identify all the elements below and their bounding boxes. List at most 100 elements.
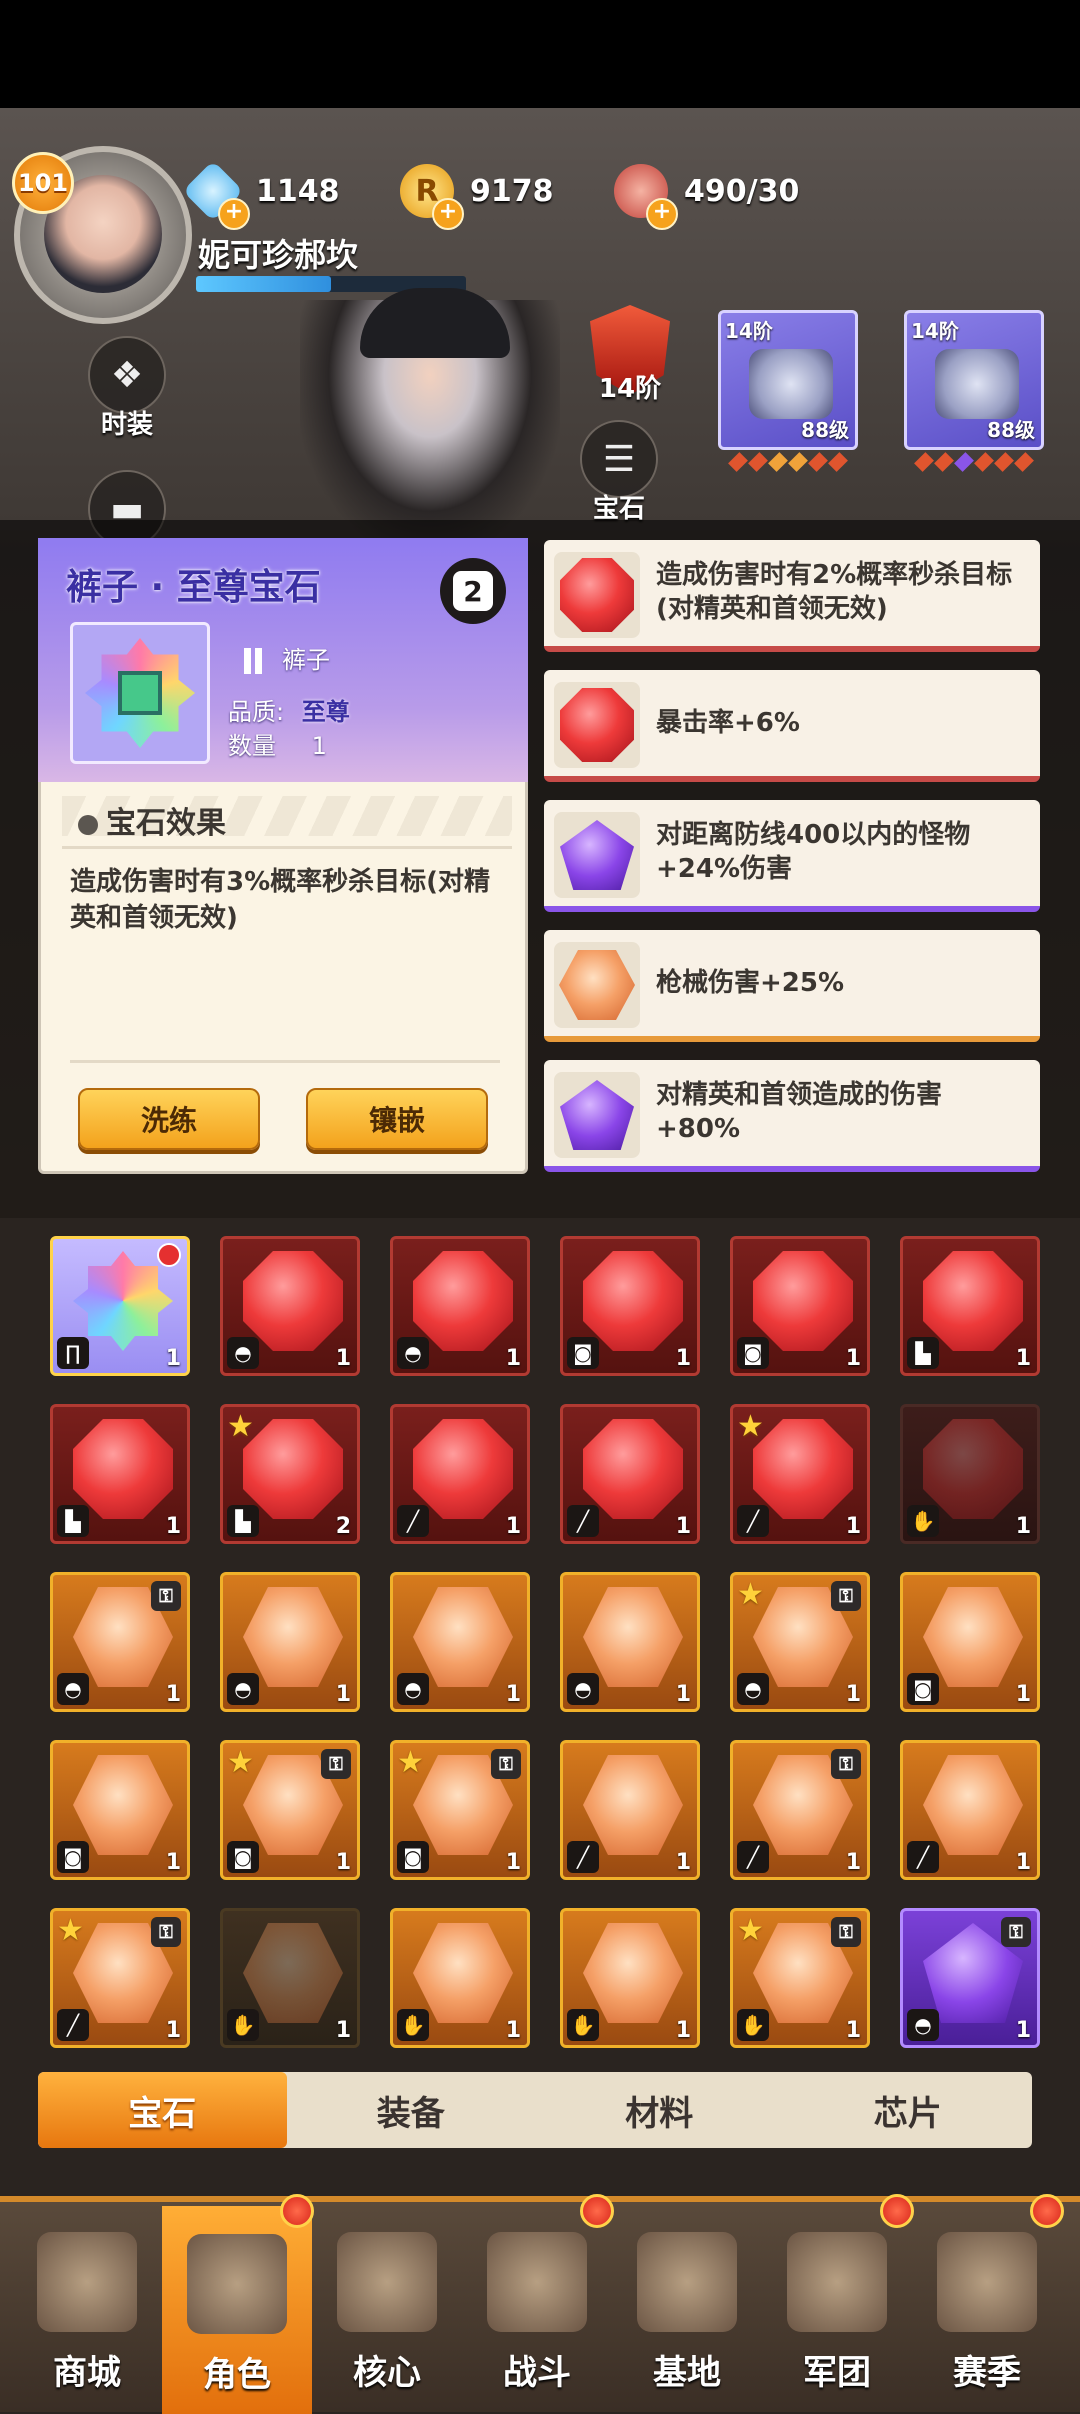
armor-icon: ◙	[907, 1673, 939, 1705]
gem-slot[interactable]: ╱ 1	[900, 1740, 1040, 1880]
nav-shop[interactable]: 商城	[12, 2204, 162, 2412]
gem-slot[interactable]: ⚿ ◓ 1	[50, 1572, 190, 1712]
gem-slot[interactable]: ◙ 1	[50, 1740, 190, 1880]
list-icon: ☰	[580, 420, 658, 498]
gem-icon	[583, 1251, 683, 1351]
gem-slot[interactable]: ◙ 1	[730, 1236, 870, 1376]
gem-quantity: 1	[1015, 2018, 1031, 2043]
lock-icon: ⚿	[831, 1917, 861, 1947]
candidate-effect: 对距离防线400以内的怪物+24%伤害	[656, 820, 971, 884]
gem-quantity: 1	[505, 1850, 521, 1875]
status-bar-area	[0, 0, 1080, 108]
gem-slot[interactable]: ⚿ ╱ 1	[730, 1740, 870, 1880]
nav-core[interactable]: 核心	[312, 2204, 462, 2412]
resource-diamond[interactable]: + 1148	[182, 160, 340, 230]
nav-battle[interactable]: 战斗	[462, 2204, 612, 2412]
gem-icon	[923, 1419, 1023, 1519]
equip-level: 88级	[987, 418, 1035, 442]
equip-slot-helmet[interactable]: 14阶 88级	[718, 310, 858, 474]
gem-quantity: 1	[675, 1346, 691, 1371]
star-icon: ★	[397, 1745, 424, 1780]
gem-slot[interactable]: ★ ⚿ ◙ 1	[220, 1740, 360, 1880]
gem-slot[interactable]: ◓ 1	[220, 1572, 360, 1712]
helmet-icon: ◓	[227, 1673, 259, 1705]
gem-slot[interactable]: ★ ╱ 1	[730, 1404, 870, 1544]
tab-gem[interactable]: 宝石	[38, 2072, 287, 2148]
add-stamina-icon[interactable]: +	[646, 198, 678, 230]
gem-slot[interactable]: ∏ 1	[50, 1236, 190, 1376]
candidate-gem-row[interactable]: 造成伤害时有2%概率秒杀目标(对精英和首领无效)	[544, 540, 1040, 652]
gem-slot[interactable]: ◓ 1	[390, 1572, 530, 1712]
lock-button[interactable]: 2	[440, 558, 506, 624]
gem-slot[interactable]: ✋ 1	[900, 1404, 1040, 1544]
gem-slot[interactable]: ★ ▙ 2	[220, 1404, 360, 1544]
gem-quantity: 2	[335, 1514, 351, 1539]
gem-quantity: 1	[845, 1682, 861, 1707]
gem-quantity: 1	[505, 1514, 521, 1539]
lock-icon: ⚿	[491, 1749, 521, 1779]
candidate-gem-row[interactable]: 暴击率+6%	[544, 670, 1040, 782]
gem-slot[interactable]: ⚿ ◓ 1	[900, 1908, 1040, 2048]
gem-detail-image	[70, 622, 210, 764]
glove-icon: ✋	[737, 2009, 769, 2041]
coin-value: 9178	[470, 173, 554, 209]
gem-slot[interactable]: ◙ 1	[560, 1236, 700, 1376]
stamina-value: 490/30	[684, 173, 800, 209]
effect-heading: 宝石效果	[78, 798, 226, 842]
gem-slot[interactable]: ✋ 1	[560, 1908, 700, 2048]
tab-chip[interactable]: 芯片	[784, 2072, 1033, 2148]
candidate-effect: 暴击率+6%	[656, 708, 800, 738]
gem-quantity: 1	[675, 1850, 691, 1875]
gem-slot[interactable]: ✋ 1	[390, 1908, 530, 2048]
add-diamond-icon[interactable]: +	[218, 198, 250, 230]
gem-slot[interactable]: ▙ 1	[900, 1236, 1040, 1376]
equip-stage: 14阶	[725, 319, 773, 343]
gem-slot[interactable]: ╱ 1	[390, 1404, 530, 1544]
gem-quantity: 1	[505, 2018, 521, 2043]
gem-slot[interactable]: ★ ⚿ ◓ 1	[730, 1572, 870, 1712]
resource-coin[interactable]: R + 9178	[400, 164, 554, 230]
gem-icon	[243, 1419, 343, 1519]
star-icon: ★	[737, 1577, 764, 1612]
fashion-button[interactable]: ❖ 时装	[88, 336, 166, 441]
gem-slot[interactable]: ◓ 1	[390, 1236, 530, 1376]
gem-slot[interactable]: ◓ 1	[560, 1572, 700, 1712]
nav-season[interactable]: 赛季	[912, 2204, 1062, 2412]
gem-quantity: 1	[505, 1346, 521, 1371]
gem-slot[interactable]: ▙ 1	[50, 1404, 190, 1544]
gem-slot[interactable]: ★ ⚿ ✋ 1	[730, 1908, 870, 2048]
gem-slot[interactable]: ╱ 1	[560, 1740, 700, 1880]
candidate-gem-row[interactable]: 枪械伤害+25%	[544, 930, 1040, 1042]
gem-slot[interactable]: ★ ⚿ ◙ 1	[390, 1740, 530, 1880]
gem-slot[interactable]: ★ ⚿ ╱ 1	[50, 1908, 190, 2048]
pants-icon	[244, 648, 262, 674]
gem-slot[interactable]: ◙ 1	[900, 1572, 1040, 1712]
add-coin-icon[interactable]: +	[432, 198, 464, 230]
pants-icon: ∏	[57, 1337, 89, 1369]
gem-icon	[413, 1923, 513, 2023]
equip-slot-armor[interactable]: 14阶 88级	[904, 310, 1044, 474]
gem-icon	[583, 1923, 683, 2023]
inlay-button[interactable]: 镶嵌	[306, 1088, 488, 1150]
gem-side-button[interactable]: ☰ 宝石	[580, 420, 658, 525]
nav-legion[interactable]: 军团	[762, 2204, 912, 2412]
candidate-gem-row[interactable]: 对精英和首领造成的伤害+80%	[544, 1060, 1040, 1172]
gun-icon: ╱	[907, 1841, 939, 1873]
candidate-gem-row[interactable]: 对距离防线400以内的怪物+24%伤害	[544, 800, 1040, 912]
nav-base[interactable]: 基地	[612, 2204, 762, 2412]
tab-material[interactable]: 材料	[535, 2072, 784, 2148]
lock-icon: ⚿	[151, 1581, 181, 1611]
resource-stamina[interactable]: + 490/30	[614, 164, 800, 230]
gem-slot[interactable]: ╱ 1	[560, 1404, 700, 1544]
gem-slot[interactable]: ✋ 1	[220, 1908, 360, 2048]
nav-character[interactable]: 角色	[162, 2206, 312, 2414]
notification-dot-icon	[280, 2194, 314, 2228]
gem-slot-row: 裤子	[244, 640, 330, 675]
gem-icon	[923, 1755, 1023, 1855]
refine-button[interactable]: 洗练	[78, 1088, 260, 1150]
helmet-icon: ◓	[907, 2009, 939, 2041]
gem-icon	[923, 1251, 1023, 1351]
gem-slot[interactable]: ◓ 1	[220, 1236, 360, 1376]
gem-quantity: 1	[335, 1850, 351, 1875]
tab-equipment[interactable]: 装备	[287, 2072, 536, 2148]
